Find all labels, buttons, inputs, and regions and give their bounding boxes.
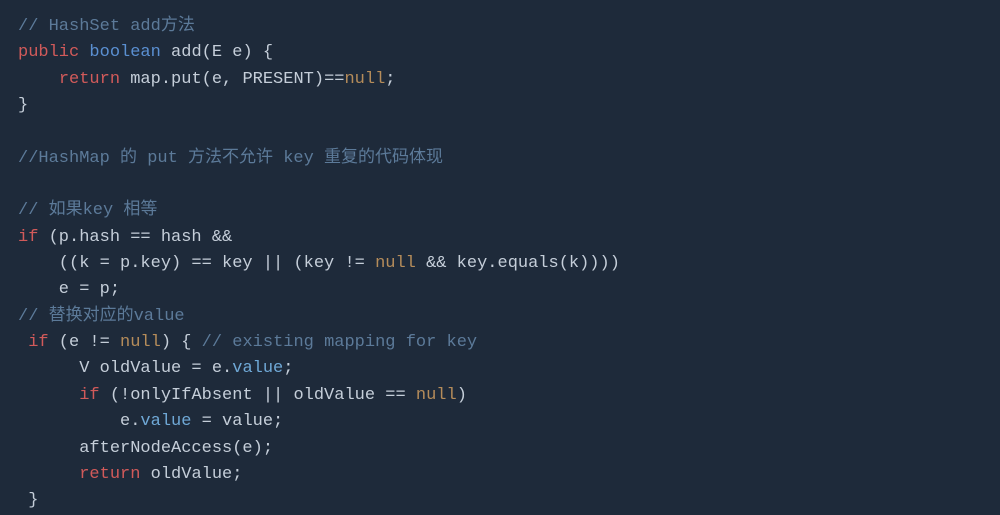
indent [18,386,79,405]
fn-add-sig: add(E e) { [161,43,273,62]
null-literal: null [416,386,457,405]
comment-replace-value: // 替换对应的value [18,307,185,326]
semicolon: ; [283,359,293,378]
keyword-boolean: boolean [89,43,160,62]
if2-cond-a: (e != [49,333,120,352]
if-cond-line2b: && key.equals(k)))) [416,254,620,273]
null-literal: null [375,254,416,273]
keyword-return: return [59,70,120,89]
indent [18,333,28,352]
assign-e-p: e = p; [18,280,120,299]
semicolon: ; [385,70,395,89]
keyword-if: if [28,333,48,352]
if3-cond-a: (!onlyIfAbsent || oldValue == [100,386,416,405]
close-brace: } [18,96,28,115]
if-cond-line2a: ((k = p.key) == key || (key != [18,254,375,273]
code-block: // HashSet add方法 public boolean add(E e)… [18,14,982,515]
keyword-public: public [18,43,79,62]
keyword-if: if [79,386,99,405]
comment-hashmap-put: //HashMap 的 put 方法不允许 key 重复的代码体现 [18,149,443,168]
return-oldvalue: oldValue; [140,465,242,484]
comment-key-equals: // 如果key 相等 [18,201,157,220]
keyword-return: return [79,465,140,484]
assign-value-pre: e. [18,412,140,431]
prop-value: value [140,412,191,431]
comment-existing-mapping: // existing mapping for key [202,333,477,352]
keyword-if: if [18,228,38,247]
comment-hashset-add: // HashSet add方法 [18,17,195,36]
indent [18,465,79,484]
if2-cond-b: ) { [161,333,202,352]
oldvalue-decl: V oldValue = e. [18,359,232,378]
assign-value-post: = value; [191,412,283,431]
prop-value: value [232,359,283,378]
close-brace: } [18,491,38,510]
if3-cond-b: ) [457,386,467,405]
null-literal: null [344,70,385,89]
return-body: map.put(e, PRESENT)== [120,70,344,89]
after-node-access: afterNodeAccess(e); [18,439,273,458]
null-literal: null [120,333,161,352]
if-cond-line1: (p.hash == hash && [38,228,232,247]
